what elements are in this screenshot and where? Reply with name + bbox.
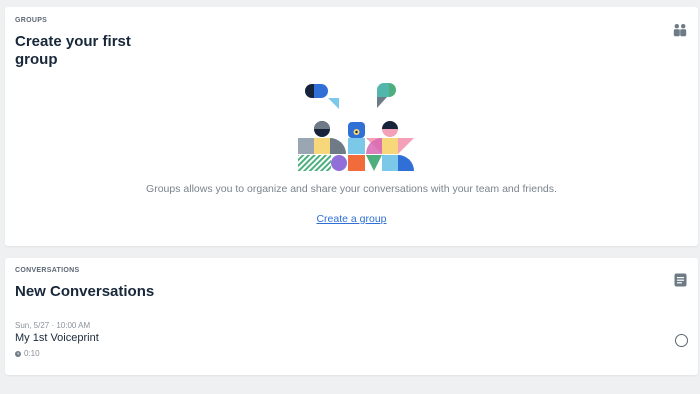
groups-illustration — [298, 83, 414, 171]
conversation-duration: 0:10 — [15, 349, 40, 358]
create-group-link[interactable]: Create a group — [316, 213, 386, 225]
groups-title: Create your first group — [15, 33, 131, 68]
clock-icon — [15, 350, 21, 357]
groups-icon[interactable] — [673, 23, 687, 42]
conversations-card: CONVERSATIONS New Conversations Sun, 5/2… — [5, 258, 698, 375]
conversation-name: My 1st Voiceprint — [15, 332, 99, 344]
conversations-eyebrow: CONVERSATIONS — [15, 267, 80, 274]
document-icon[interactable] — [674, 273, 687, 292]
conversations-title: New Conversations — [15, 283, 155, 300]
groups-card: GROUPS Create your first group Groups al… — [5, 7, 698, 246]
conversation-date: Sun, 5/27 · 10:00 AM — [15, 321, 91, 330]
duration-text: 0:10 — [24, 349, 40, 358]
groups-description: Groups allows you to organize and share … — [146, 183, 557, 195]
select-conversation-radio[interactable] — [675, 334, 688, 347]
conversation-row[interactable]: Sun, 5/27 · 10:00 AM My 1st Voiceprint 0… — [5, 316, 698, 366]
create-group-link-wrap: Create a group — [5, 213, 698, 225]
groups-eyebrow: GROUPS — [15, 17, 48, 24]
